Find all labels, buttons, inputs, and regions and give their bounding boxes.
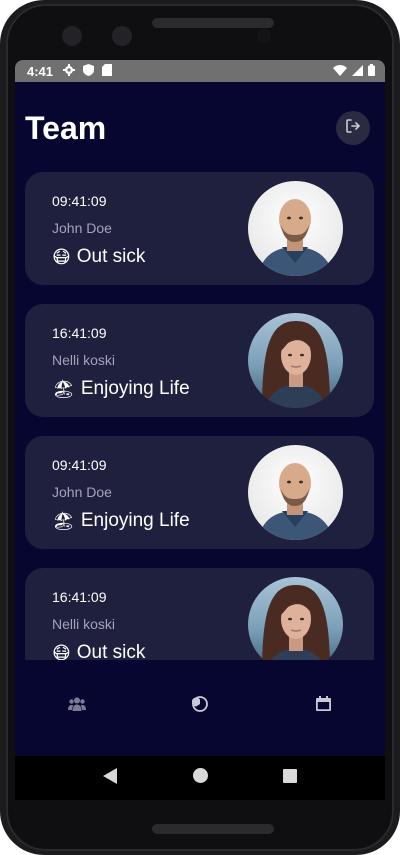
entry-status: 🏖 Enjoying Life bbox=[52, 378, 190, 400]
entry-status: 😷 Out sick bbox=[52, 642, 145, 660]
sick-emoji-icon: 😷 bbox=[52, 642, 71, 661]
recents-icon bbox=[283, 768, 297, 788]
status-card[interactable]: 16:41:09 Nelli koski 🏖 Enjoying Life bbox=[25, 304, 374, 417]
entry-time: 16:41:09 bbox=[52, 325, 107, 341]
calendar-icon bbox=[315, 696, 331, 716]
team-status-list: 09:41:09 John Doe 😷 Out sick 16:41:09 Ne… bbox=[15, 172, 385, 660]
team-icon bbox=[67, 697, 86, 716]
app-screen: 4:41 Team 09:41:09 John Doe 😷 Out sick 1… bbox=[15, 60, 385, 800]
battery-icon bbox=[368, 63, 375, 79]
beach-emoji-icon: 🏖 bbox=[52, 378, 75, 399]
phone-frame: 4:41 Team 09:41:09 John Doe 😷 Out sick 1… bbox=[0, 0, 400, 855]
front-sensor bbox=[62, 26, 82, 46]
entry-name: John Doe bbox=[52, 484, 112, 500]
entry-name: John Doe bbox=[52, 220, 112, 236]
back-icon bbox=[103, 767, 117, 789]
entry-status-text: Enjoying Life bbox=[80, 510, 190, 531]
home-button[interactable] bbox=[180, 758, 220, 798]
status-card[interactable]: 16:41:09 Nelli koski 😷 Out sick bbox=[25, 568, 374, 660]
shield-icon bbox=[83, 63, 95, 79]
sick-emoji-icon: 😷 bbox=[52, 246, 71, 267]
entry-status-text: Out sick bbox=[76, 246, 146, 267]
entry-time: 09:41:09 bbox=[52, 193, 107, 209]
avatar bbox=[248, 313, 343, 408]
back-button[interactable] bbox=[90, 758, 130, 798]
status-time: 4:41 bbox=[27, 63, 54, 79]
front-camera bbox=[112, 26, 132, 46]
home-icon bbox=[192, 768, 208, 788]
earpiece-speaker bbox=[152, 18, 274, 28]
nav-team[interactable] bbox=[47, 686, 107, 726]
avatar bbox=[248, 577, 343, 660]
page-title: Team bbox=[25, 109, 107, 146]
recents-button[interactable] bbox=[270, 758, 310, 798]
status-card[interactable]: 09:41:09 John Doe 🏖 Enjoying Life bbox=[25, 436, 374, 549]
nav-history[interactable] bbox=[170, 686, 230, 726]
clock-icon bbox=[191, 695, 208, 717]
app-header: Team bbox=[15, 102, 385, 154]
avatar bbox=[248, 181, 343, 276]
logout-icon bbox=[345, 118, 361, 139]
entry-status: 🏖 Enjoying Life bbox=[52, 510, 190, 532]
entry-name: Nelli koski bbox=[52, 616, 116, 632]
status-card[interactable]: 09:41:09 John Doe 😷 Out sick bbox=[25, 172, 374, 285]
logout-button[interactable] bbox=[336, 111, 370, 145]
system-navigation-bar bbox=[15, 756, 385, 800]
status-bar: 4:41 bbox=[15, 60, 385, 82]
beach-emoji-icon: 🏖 bbox=[52, 510, 75, 531]
signal-icon bbox=[352, 64, 363, 79]
sim-card-icon bbox=[102, 63, 113, 79]
wifi-icon bbox=[333, 64, 347, 79]
entry-status-text: Enjoying Life bbox=[80, 378, 190, 399]
gear-icon bbox=[63, 63, 76, 79]
avatar bbox=[248, 445, 343, 540]
entry-name: Nelli koski bbox=[52, 352, 116, 368]
bottom-speaker bbox=[152, 824, 274, 834]
nav-calendar[interactable] bbox=[293, 686, 353, 726]
bottom-navigation bbox=[15, 660, 385, 756]
entry-time: 16:41:09 bbox=[52, 589, 107, 605]
entry-status: 😷 Out sick bbox=[52, 246, 145, 268]
entry-time: 09:41:09 bbox=[52, 457, 107, 473]
entry-status-text: Out sick bbox=[76, 642, 146, 660]
proximity-sensor bbox=[257, 29, 271, 43]
status-right-group bbox=[333, 63, 375, 79]
